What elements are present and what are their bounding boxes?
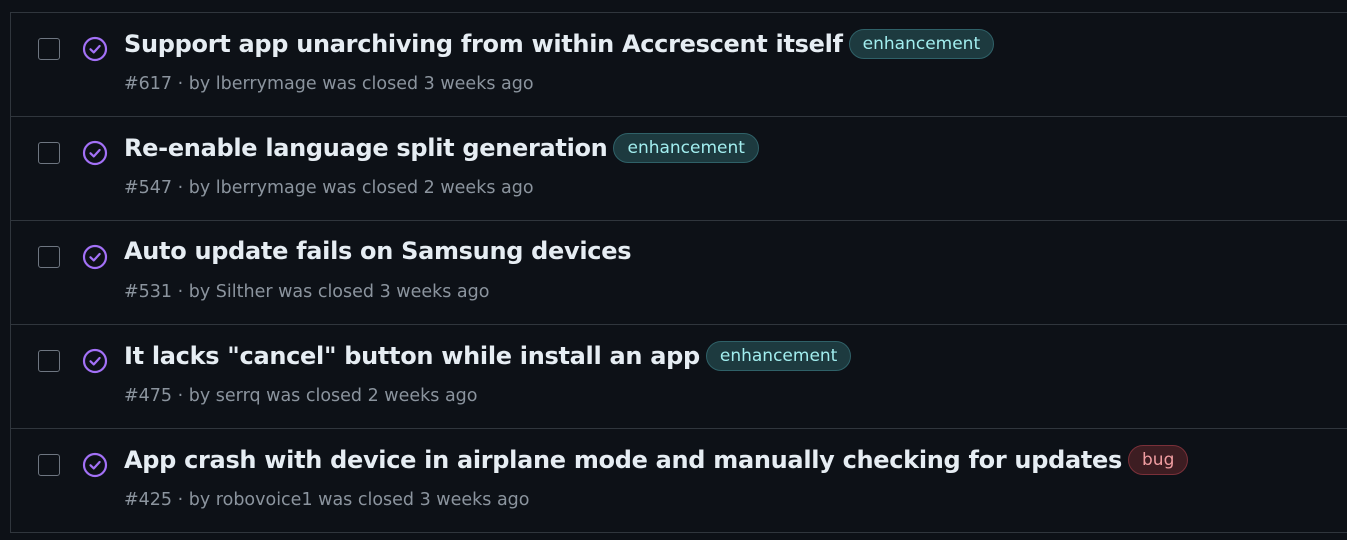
label-enhancement[interactable]: enhancement xyxy=(613,133,759,163)
issue-author-link[interactable]: Silther xyxy=(216,282,273,302)
issue-row: Support app unarchiving from within Accr… xyxy=(11,13,1347,117)
issue-title-line: It lacks "cancel" button while install a… xyxy=(124,341,852,371)
issue-meta-separator: · by xyxy=(172,282,216,302)
issue-select-checkbox[interactable] xyxy=(38,38,60,60)
issue-meta-separator: · by xyxy=(172,386,216,406)
issue-status-text: was closed 2 weeks ago xyxy=(316,178,534,198)
issue-number[interactable]: #531 xyxy=(124,282,172,302)
closed-check-circle-icon xyxy=(82,244,108,270)
issue-title-link[interactable]: Re-enable language split generation xyxy=(124,134,608,162)
issue-number[interactable]: #547 xyxy=(124,178,172,198)
issue-title-link[interactable]: It lacks "cancel" button while install a… xyxy=(124,342,700,370)
issue-title-line: Auto update fails on Samsung devices xyxy=(124,237,631,265)
issue-meta: #531 · by Silther was closed 3 weeks ago xyxy=(124,282,489,302)
label-enhancement[interactable]: enhancement xyxy=(848,29,995,59)
issue-meta-separator: · by xyxy=(172,490,216,510)
issue-title-link[interactable]: Support app unarchiving from within Accr… xyxy=(124,30,843,58)
issue-number[interactable]: #617 xyxy=(124,74,172,94)
issue-author-link[interactable]: robovoice1 xyxy=(216,490,313,510)
issue-author-link[interactable]: lberrymage xyxy=(216,74,317,94)
issue-status-text: was closed 3 weeks ago xyxy=(272,282,490,302)
issue-author-link[interactable]: serrq xyxy=(216,386,261,406)
issue-title-line: Re-enable language split generation enha… xyxy=(124,133,759,163)
issue-title-line: Support app unarchiving from within Accr… xyxy=(124,29,995,59)
issue-status-text: was closed 3 weeks ago xyxy=(312,490,530,510)
issue-row: App crash with device in airplane mode a… xyxy=(11,429,1347,533)
issue-number[interactable]: #425 xyxy=(124,490,172,510)
issue-status-text: was closed 2 weeks ago xyxy=(260,386,478,406)
issue-list: Support app unarchiving from within Accr… xyxy=(10,12,1347,533)
closed-check-circle-icon xyxy=(82,348,108,374)
label-enhancement[interactable]: enhancement xyxy=(705,341,852,371)
issue-meta-separator: · by xyxy=(172,74,216,94)
issue-meta: #547 · by lberrymage was closed 2 weeks … xyxy=(124,178,534,198)
issue-meta: #617 · by lberrymage was closed 3 weeks … xyxy=(124,74,534,94)
issue-meta: #425 · by robovoice1 was closed 3 weeks … xyxy=(124,490,530,510)
issue-title-link[interactable]: App crash with device in airplane mode a… xyxy=(124,446,1122,474)
issue-select-checkbox[interactable] xyxy=(38,350,60,372)
issue-meta-separator: · by xyxy=(172,178,216,198)
issue-select-checkbox[interactable] xyxy=(38,454,60,476)
issue-number[interactable]: #475 xyxy=(124,386,172,406)
issue-row: Re-enable language split generation enha… xyxy=(11,117,1347,221)
label-bug[interactable]: bug xyxy=(1128,445,1189,475)
issue-status-text: was closed 3 weeks ago xyxy=(316,74,534,94)
closed-check-circle-icon xyxy=(82,36,108,62)
issue-meta: #475 · by serrq was closed 2 weeks ago xyxy=(124,386,478,406)
issue-title-link[interactable]: Auto update fails on Samsung devices xyxy=(124,237,631,265)
closed-check-circle-icon xyxy=(82,140,108,166)
issue-select-checkbox[interactable] xyxy=(38,142,60,164)
issue-row: It lacks "cancel" button while install a… xyxy=(11,325,1347,429)
closed-check-circle-icon xyxy=(82,452,108,478)
issue-author-link[interactable]: lberrymage xyxy=(216,178,317,198)
issue-title-line: App crash with device in airplane mode a… xyxy=(124,445,1189,475)
issue-row: Auto update fails on Samsung devices #53… xyxy=(11,221,1347,325)
issue-select-checkbox[interactable] xyxy=(38,246,60,268)
